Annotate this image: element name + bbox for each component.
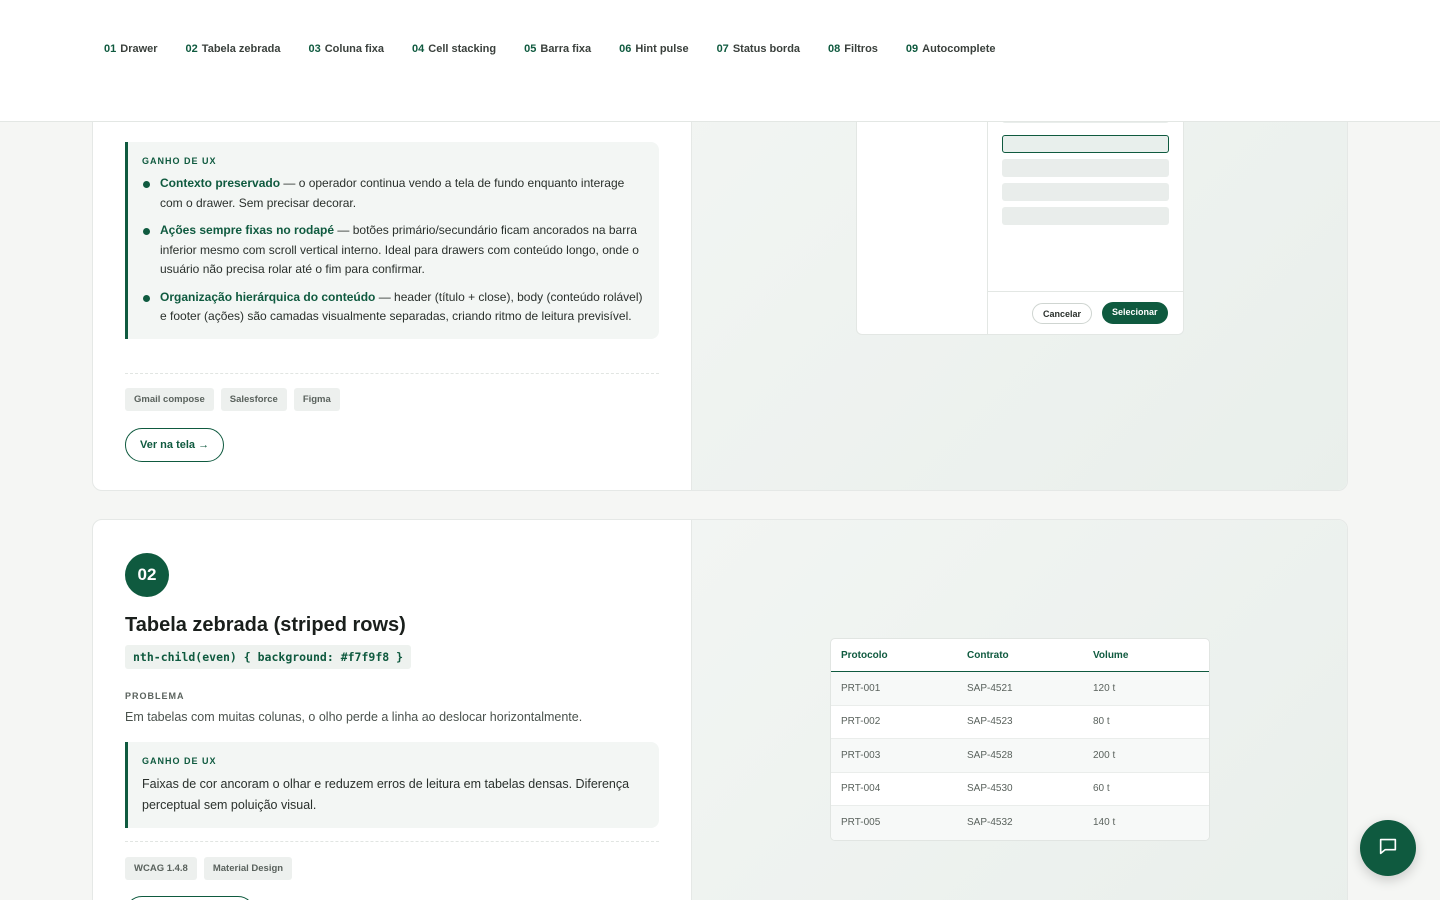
nav-label: Drawer [120, 43, 158, 55]
table-header: Protocolo Contrato Volume [831, 639, 1209, 672]
nav-num: 08 [828, 43, 841, 55]
ux-kicker: GANHO DE UX [142, 156, 217, 166]
tag: WCAG 1.4.8 [125, 857, 197, 880]
nav-item-status-borda[interactable]: 07 Status borda [717, 43, 800, 55]
nav-item-barra-fixa[interactable]: 05 Barra fixa [524, 43, 591, 55]
nav-items: 01 Drawer 02 Tabela zebrada 03 Coluna fixa … [104, 43, 996, 55]
mock-field [1002, 207, 1169, 225]
reference-tags: Gmail compose Salesforce Figma [125, 388, 340, 411]
table-cell: 140 t [1093, 817, 1116, 829]
chat-bubble-icon [1377, 835, 1399, 862]
nav-num: 07 [716, 43, 729, 55]
nav-item-tabela-zebrada[interactable]: 02 Tabela zebrada [186, 43, 281, 55]
nav-num: 03 [308, 43, 321, 55]
bullet-title: Ações sempre fixas no rodapé [160, 223, 335, 237]
reference-tags: WCAG 1.4.8 Material Design [125, 857, 293, 880]
pattern-number-badge: 02 [125, 553, 169, 597]
table-row: PRT-004 SAP-4530 60 t [831, 773, 1209, 806]
table-row: PRT-001 SAP-4521 120 t [831, 672, 1209, 706]
table-cell: 60 t [1093, 783, 1110, 795]
table-row: PRT-003 SAP-4528 200 t [831, 739, 1209, 773]
view-on-screen-button[interactable] [125, 896, 255, 900]
column-header: Protocolo [841, 649, 888, 661]
table-cell: 200 t [1093, 749, 1116, 761]
nav-num: 01 [104, 43, 117, 55]
top-nav: 01 Drawer 02 Tabela zebrada 03 Coluna fixa … [0, 0, 1440, 122]
table-cell: SAP-4528 [967, 749, 1013, 761]
tag: Figma [293, 388, 340, 411]
mock-select-button[interactable]: Selecionar [1102, 302, 1168, 324]
nav-num: 04 [412, 43, 425, 55]
view-on-screen-button[interactable]: Ver na tela → [125, 428, 225, 462]
tag: Salesforce [220, 388, 287, 411]
table-cell: PRT-001 [841, 682, 881, 694]
table-cell: 120 t [1093, 682, 1116, 694]
nav-label: Barra fixa [540, 43, 592, 55]
tag: Material Design [203, 857, 293, 880]
nav-item-filtros[interactable]: 08 Filtros [828, 43, 878, 55]
nav-item-cell-stacking[interactable]: 04 Cell stacking [412, 43, 496, 55]
table-cell: PRT-005 [841, 817, 881, 829]
table-cell: PRT-004 [841, 783, 881, 795]
table-cell: SAP-4530 [967, 783, 1013, 795]
nav-label: Coluna fixa [324, 43, 385, 55]
nav-label: Filtros [844, 43, 878, 55]
pattern-card-drawer: GANHO DE UX Contexto preservado — o oper… [92, 60, 1348, 491]
bullet-dot-icon [143, 294, 150, 302]
divider [125, 841, 659, 842]
column-header: Contrato [967, 649, 1009, 661]
nav-label: Cell stacking [428, 43, 497, 55]
problem-label: PROBLEMA [125, 691, 185, 701]
ux-gain-box: GANHO DE UX Faixas de cor ancoram o olha… [125, 742, 659, 828]
table-cell: 80 t [1093, 716, 1110, 728]
ux-gain-box: GANHO DE UX Contexto preservado — o oper… [125, 142, 659, 339]
nav-item-hint-pulse[interactable]: 06 Hint pulse [619, 43, 688, 55]
mock-field [1002, 183, 1169, 201]
drawer-footer [988, 291, 1183, 292]
nav-label: Tabela zebrada [201, 43, 281, 55]
column-header: Volume [1093, 649, 1129, 661]
bullet-dot-icon [143, 181, 150, 188]
nav-label: Hint pulse [635, 43, 689, 55]
demo-panel: Protocolo Contrato Volume PRT-001 SAP-45… [691, 520, 1347, 900]
bullet-title: Organização hierárquica do conteúdo [160, 289, 376, 304]
table-cell: PRT-003 [841, 749, 881, 761]
ux-kicker: GANHO DE UX [142, 756, 217, 766]
pattern-title: Tabela zebrada (striped rows) [125, 614, 406, 636]
divider [125, 373, 659, 374]
table-cell: PRT-002 [841, 716, 881, 728]
nav-num: 09 [905, 43, 919, 55]
table-cell: SAP-4532 [967, 817, 1013, 829]
ux-text: Faixas de cor ancoram o olhar e reduzem … [142, 777, 630, 812]
nav-num: 05 [524, 43, 537, 55]
nav-num: 02 [185, 43, 198, 55]
mock-field [1002, 159, 1169, 177]
nav-item-coluna-fixa[interactable]: 03 Coluna fixa [308, 43, 384, 55]
pattern-card-tabela-zebrada: 02 Tabela zebrada (striped rows) nth-chi… [92, 519, 1348, 900]
bullet-dot-icon [143, 228, 150, 235]
ux-bullet: Contexto preservado — o operador continu… [142, 174, 643, 213]
nav-label: Autocomplete [922, 43, 996, 55]
mock-cancel-button[interactable]: Cancelar [1032, 303, 1093, 324]
nav-num: 06 [619, 43, 632, 55]
nav-item-autocomplete[interactable]: 09 Autocomplete [906, 43, 996, 55]
table-row: PRT-002 SAP-4523 80 t [831, 706, 1209, 739]
ux-bullet: Organização hierárquica do conteúdo — he… [142, 288, 643, 327]
demo-panel: Cancelar Selecionar [691, 61, 1347, 490]
nav-label: Status borda [732, 43, 801, 55]
bullet-title: Contexto preservado [160, 176, 281, 190]
ux-bullets: Contexto preservado — o operador continu… [142, 174, 643, 327]
chat-fab-button[interactable] [1360, 820, 1416, 876]
nav-item-drawer[interactable]: 01 Drawer [104, 43, 158, 55]
table-cell: SAP-4523 [967, 716, 1013, 728]
tag: Gmail compose [125, 388, 214, 411]
problem-text: Em tabelas com muitas colunas, o olho pe… [125, 710, 583, 724]
table-row: PRT-005 SAP-4532 140 t [831, 806, 1209, 840]
ux-bullet: Ações sempre fixas no rodapé — botões pr… [142, 221, 643, 280]
striped-table-mock: Protocolo Contrato Volume PRT-001 SAP-45… [830, 638, 1210, 841]
table-cell: SAP-4521 [967, 682, 1013, 694]
mock-field-active [1002, 135, 1169, 153]
code-snippet: nth-child(even) { background: #f7f9f8 } [125, 645, 412, 669]
